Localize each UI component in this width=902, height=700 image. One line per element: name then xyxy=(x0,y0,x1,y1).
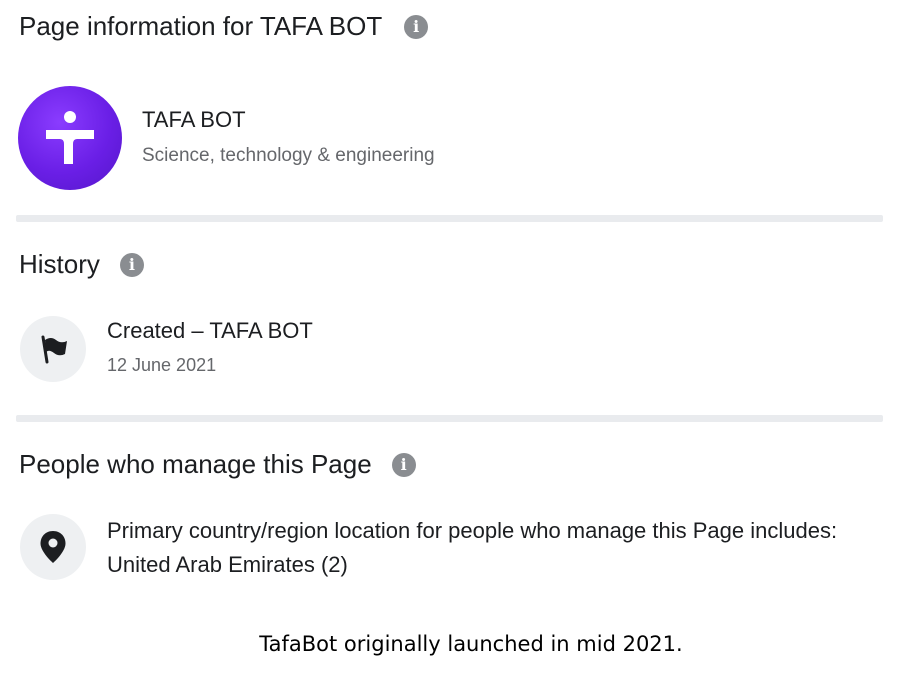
location-pin-icon xyxy=(40,531,66,563)
page-category: Science, technology & engineering xyxy=(142,145,435,166)
page-name[interactable]: TAFA BOT xyxy=(142,107,246,133)
history-event-title: Created – TAFA BOT xyxy=(107,318,313,343)
history-event-date: 12 June 2021 xyxy=(107,355,217,375)
section-divider xyxy=(16,215,883,222)
history-header: History i xyxy=(19,249,144,280)
managers-header: People who manage this Page i xyxy=(19,449,416,480)
section-divider xyxy=(16,415,883,422)
manager-location-country: United Arab Emirates (2) xyxy=(107,552,348,577)
location-icon-wrapper xyxy=(20,514,86,580)
caption-text: TafaBot originally launched in mid 2021. xyxy=(259,632,683,656)
manager-location-description: Primary country/region location for peop… xyxy=(107,518,838,543)
manager-location-text: Primary country/region location for peop… xyxy=(107,514,887,582)
flag-icon xyxy=(41,335,67,364)
page-avatar[interactable] xyxy=(18,86,122,190)
page-info-title: Page information for TAFA BOT xyxy=(19,11,383,41)
info-icon[interactable]: i xyxy=(119,252,144,277)
flag-icon-wrapper xyxy=(20,316,86,382)
tafa-logo-icon xyxy=(46,111,94,164)
page-info-header: Page information for TAFA BOT i xyxy=(19,11,429,42)
info-icon[interactable]: i xyxy=(404,14,429,39)
info-icon[interactable]: i xyxy=(391,452,416,477)
managers-title: People who manage this Page xyxy=(19,449,372,479)
history-title: History xyxy=(19,249,100,279)
